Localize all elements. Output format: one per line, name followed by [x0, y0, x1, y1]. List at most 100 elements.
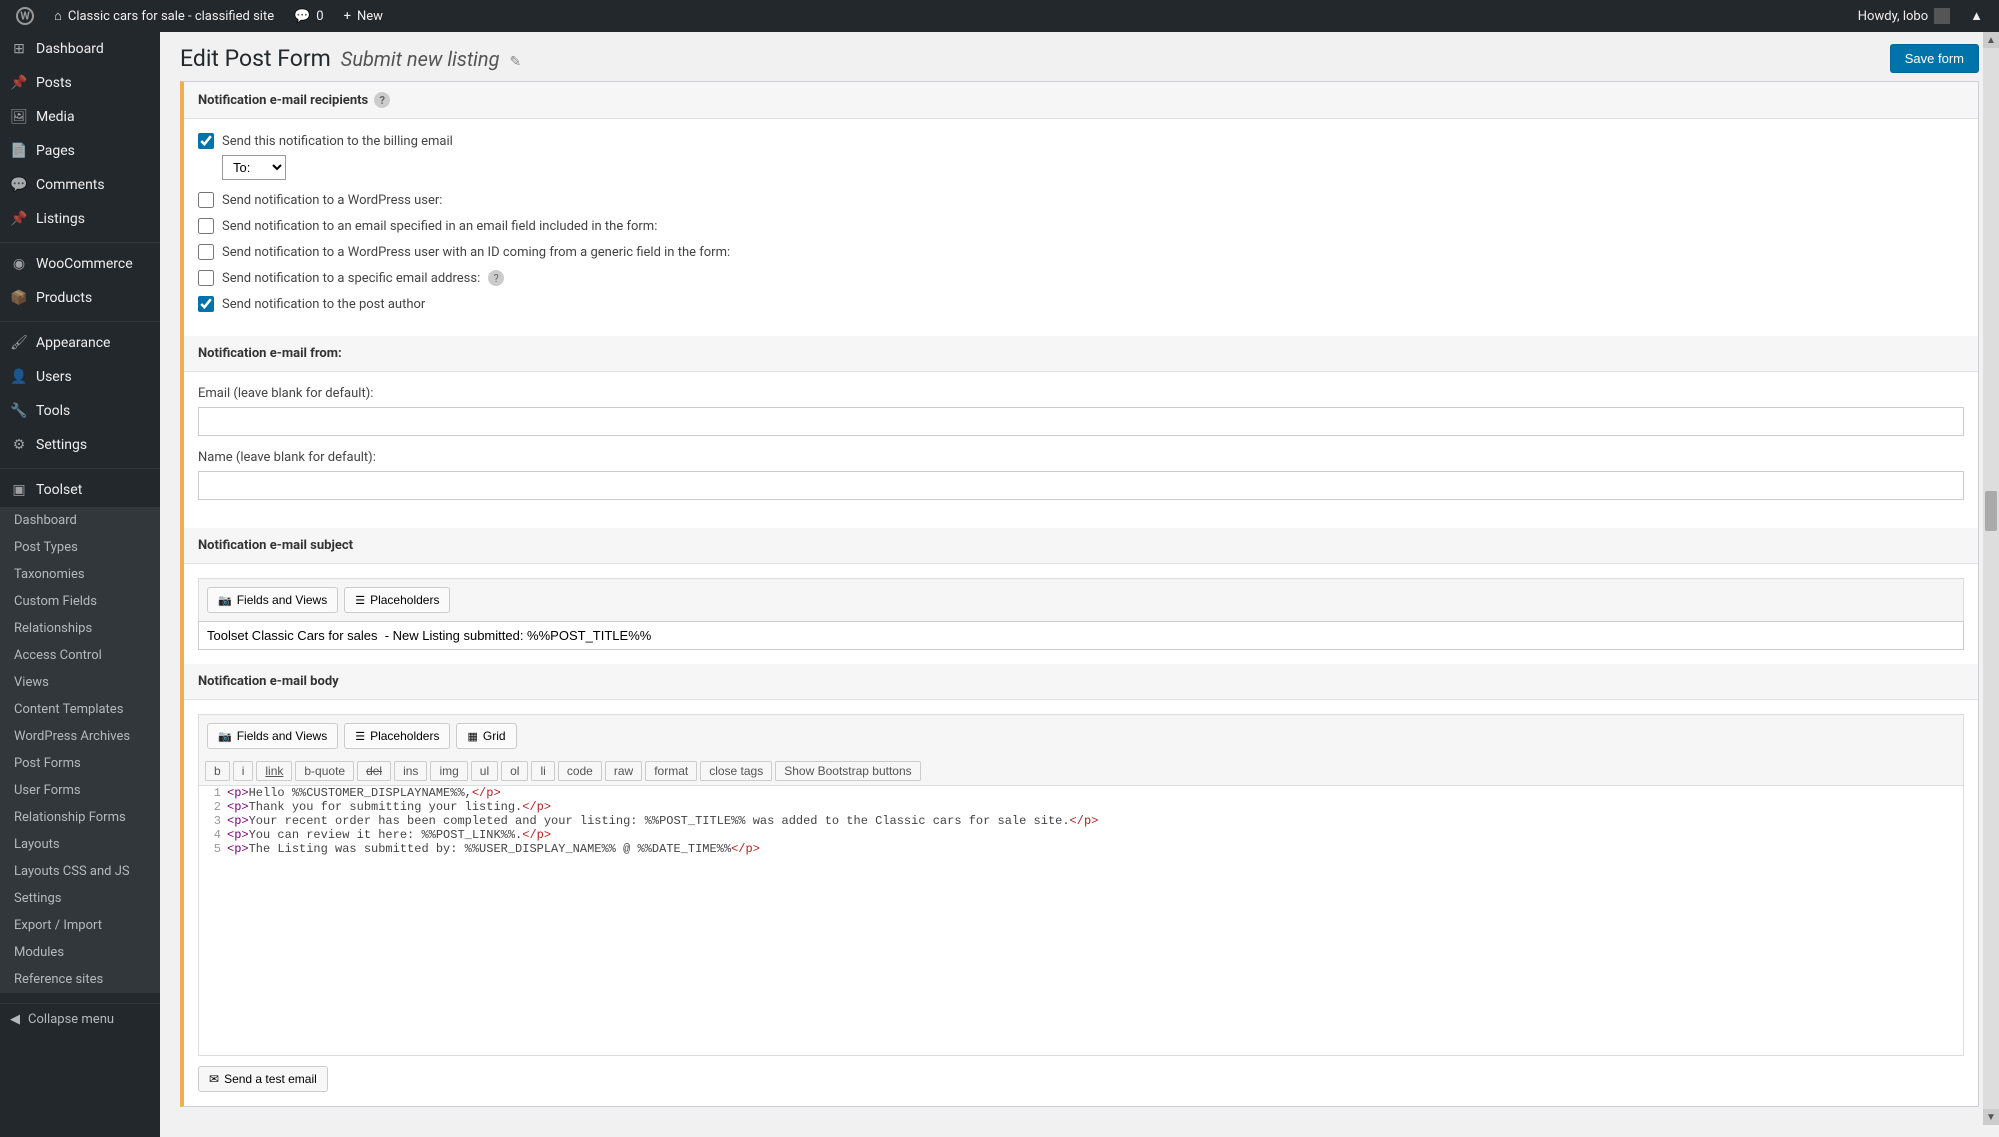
recipient-checkbox[interactable]	[198, 133, 214, 149]
recipient-checkbox-label: Send this notification to the billing em…	[222, 134, 453, 149]
subject-input[interactable]	[198, 621, 1964, 650]
qt-button-del[interactable]: del	[357, 761, 391, 781]
admin-sidebar: ⊞Dashboard📌Posts🖼Media📄Pages💬Comments📌Li…	[0, 32, 160, 1137]
qt-button-i[interactable]: i	[233, 761, 254, 781]
scroll-down-button[interactable]: ▼	[1983, 1109, 1999, 1125]
menu-item-users[interactable]: 👤Users	[0, 360, 160, 394]
code-line: 5<p>The Listing was submitted by: %%USER…	[199, 842, 1963, 856]
submenu-item-post-forms[interactable]: Post Forms	[0, 750, 160, 777]
page-subtitle: Submit new listing	[341, 47, 500, 71]
qt-button-link[interactable]: link	[256, 761, 292, 781]
qt-button-ol[interactable]: ol	[501, 761, 528, 781]
recipient-checkbox[interactable]	[198, 270, 214, 286]
qt-button-ins[interactable]: ins	[394, 761, 427, 781]
collapse-menu-button[interactable]: ◀ Collapse menu	[0, 1003, 160, 1035]
code-line: 4<p>You can review it here: %%POST_LINK%…	[199, 828, 1963, 842]
recipient-checkbox[interactable]	[198, 218, 214, 234]
line-content: <p>The Listing was submitted by: %%USER_…	[227, 842, 1963, 856]
edit-title-icon[interactable]: ✎	[510, 54, 522, 70]
help-icon[interactable]: ?	[488, 270, 504, 286]
qt-button-format[interactable]: format	[645, 761, 697, 781]
menu-item-comments[interactable]: 💬Comments	[0, 168, 160, 202]
qt-button-close-tags[interactable]: close tags	[700, 761, 772, 781]
new-content-link[interactable]: + New	[336, 0, 391, 32]
qt-button-raw[interactable]: raw	[605, 761, 642, 781]
site-link[interactable]: ⌂ Classic cars for sale - classified sit…	[46, 0, 282, 32]
submenu-item-relationships[interactable]: Relationships	[0, 615, 160, 642]
menu-item-tools[interactable]: 🔧Tools	[0, 394, 160, 428]
comments-link[interactable]: 💬 0	[286, 0, 332, 32]
menu-item-pages[interactable]: 📄Pages	[0, 134, 160, 168]
submenu-item-taxonomies[interactable]: Taxonomies	[0, 561, 160, 588]
qt-button-Show-Bootstrap-buttons[interactable]: Show Bootstrap buttons	[775, 761, 920, 781]
camera-icon: 📷	[218, 730, 232, 743]
qt-button-img[interactable]: img	[430, 761, 467, 781]
placeholders-button[interactable]: ☰Placeholders	[344, 587, 450, 613]
from-title: Notification e-mail from:	[198, 346, 342, 361]
recipient-checkbox-label: Send notification to a WordPress user:	[222, 193, 442, 208]
body-fields-views-button[interactable]: 📷Fields and Views	[207, 723, 338, 749]
line-content: <p>Your recent order has been completed …	[227, 814, 1963, 828]
menu-item-dashboard[interactable]: ⊞Dashboard	[0, 32, 160, 66]
from-name-input[interactable]	[198, 471, 1964, 500]
body-grid-button[interactable]: ▦Grid	[456, 723, 516, 749]
recipient-checkbox[interactable]	[198, 244, 214, 260]
send-test-email-button[interactable]: ✉Send a test email	[198, 1066, 328, 1092]
menu-item-appearance[interactable]: 🖌Appearance	[0, 321, 160, 360]
code-line: 2<p>Thank you for submitting your listin…	[199, 800, 1963, 814]
scroll-thumb[interactable]	[1985, 491, 1997, 531]
submenu-item-wordpress-archives[interactable]: WordPress Archives	[0, 723, 160, 750]
vertical-scrollbar[interactable]: ▲ ▼	[1983, 32, 1999, 1125]
line-number: 2	[199, 800, 227, 814]
collapse-icon: ◀	[10, 1012, 20, 1027]
menu-item-toolset[interactable]: ▣Toolset	[0, 468, 160, 507]
qt-button-code[interactable]: code	[558, 761, 602, 781]
submenu-item-layouts-css-and-js[interactable]: Layouts CSS and JS	[0, 858, 160, 885]
submenu-item-reference-sites[interactable]: Reference sites	[0, 966, 160, 993]
recipient-checkbox[interactable]	[198, 192, 214, 208]
body-code-editor[interactable]: 1<p>Hello %%CUSTOMER_DISPLAYNAME%%,</p>2…	[198, 786, 1964, 1056]
qt-button-ul[interactable]: ul	[471, 761, 498, 781]
toolset-icon: ▣	[10, 481, 28, 499]
submenu-item-custom-fields[interactable]: Custom Fields	[0, 588, 160, 615]
menu-item-posts[interactable]: 📌Posts	[0, 66, 160, 100]
menu-item-media[interactable]: 🖼Media	[0, 100, 160, 134]
menu-item-settings[interactable]: ⚙Settings	[0, 428, 160, 462]
menu-label: Settings	[36, 437, 87, 453]
submenu-item-user-forms[interactable]: User Forms	[0, 777, 160, 804]
fields-views-button[interactable]: 📷Fields and Views	[207, 587, 338, 613]
submenu-item-post-types[interactable]: Post Types	[0, 534, 160, 561]
submenu-item-views[interactable]: Views	[0, 669, 160, 696]
user-account-menu[interactable]: Howdy, lobo	[1850, 0, 1958, 32]
submenu-item-settings[interactable]: Settings	[0, 885, 160, 912]
submenu-item-modules[interactable]: Modules	[0, 939, 160, 966]
scroll-up-button[interactable]: ▲	[1983, 32, 1999, 48]
recipient-checkbox-label: Send notification to a specific email ad…	[222, 271, 480, 286]
wp-logo-menu[interactable]	[8, 0, 42, 32]
recipient-checkbox[interactable]	[198, 296, 214, 312]
plus-icon: +	[344, 9, 351, 24]
qt-button-li[interactable]: li	[531, 761, 554, 781]
site-name: Classic cars for sale - classified site	[68, 9, 274, 24]
howdy-text: Howdy, lobo	[1858, 9, 1928, 24]
submenu-item-dashboard[interactable]: Dashboard	[0, 507, 160, 534]
submenu-item-content-templates[interactable]: Content Templates	[0, 696, 160, 723]
submenu-item-layouts[interactable]: Layouts	[0, 831, 160, 858]
qt-button-b-quote[interactable]: b-quote	[295, 761, 354, 781]
menu-item-woocommerce[interactable]: ◉WooCommerce	[0, 242, 160, 281]
submenu-item-relationship-forms[interactable]: Relationship Forms	[0, 804, 160, 831]
menu-item-products[interactable]: 📦Products	[0, 281, 160, 315]
help-icon[interactable]: ?	[374, 92, 390, 108]
line-content: <p>Thank you for submitting your listing…	[227, 800, 1963, 814]
collapse-arrow[interactable]: ▲	[1962, 0, 1991, 32]
menu-item-listings[interactable]: 📌Listings	[0, 202, 160, 236]
submenu-item-access-control[interactable]: Access Control	[0, 642, 160, 669]
body-placeholders-button[interactable]: ☰Placeholders	[344, 723, 450, 749]
submenu-item-export-import[interactable]: Export / Import	[0, 912, 160, 939]
comment-icon: 💬	[10, 176, 28, 194]
qt-button-b[interactable]: b	[205, 761, 230, 781]
to-select[interactable]: To:	[222, 155, 286, 180]
home-icon: ⌂	[54, 8, 62, 24]
save-form-button[interactable]: Save form	[1890, 44, 1979, 73]
from-email-input[interactable]	[198, 407, 1964, 436]
